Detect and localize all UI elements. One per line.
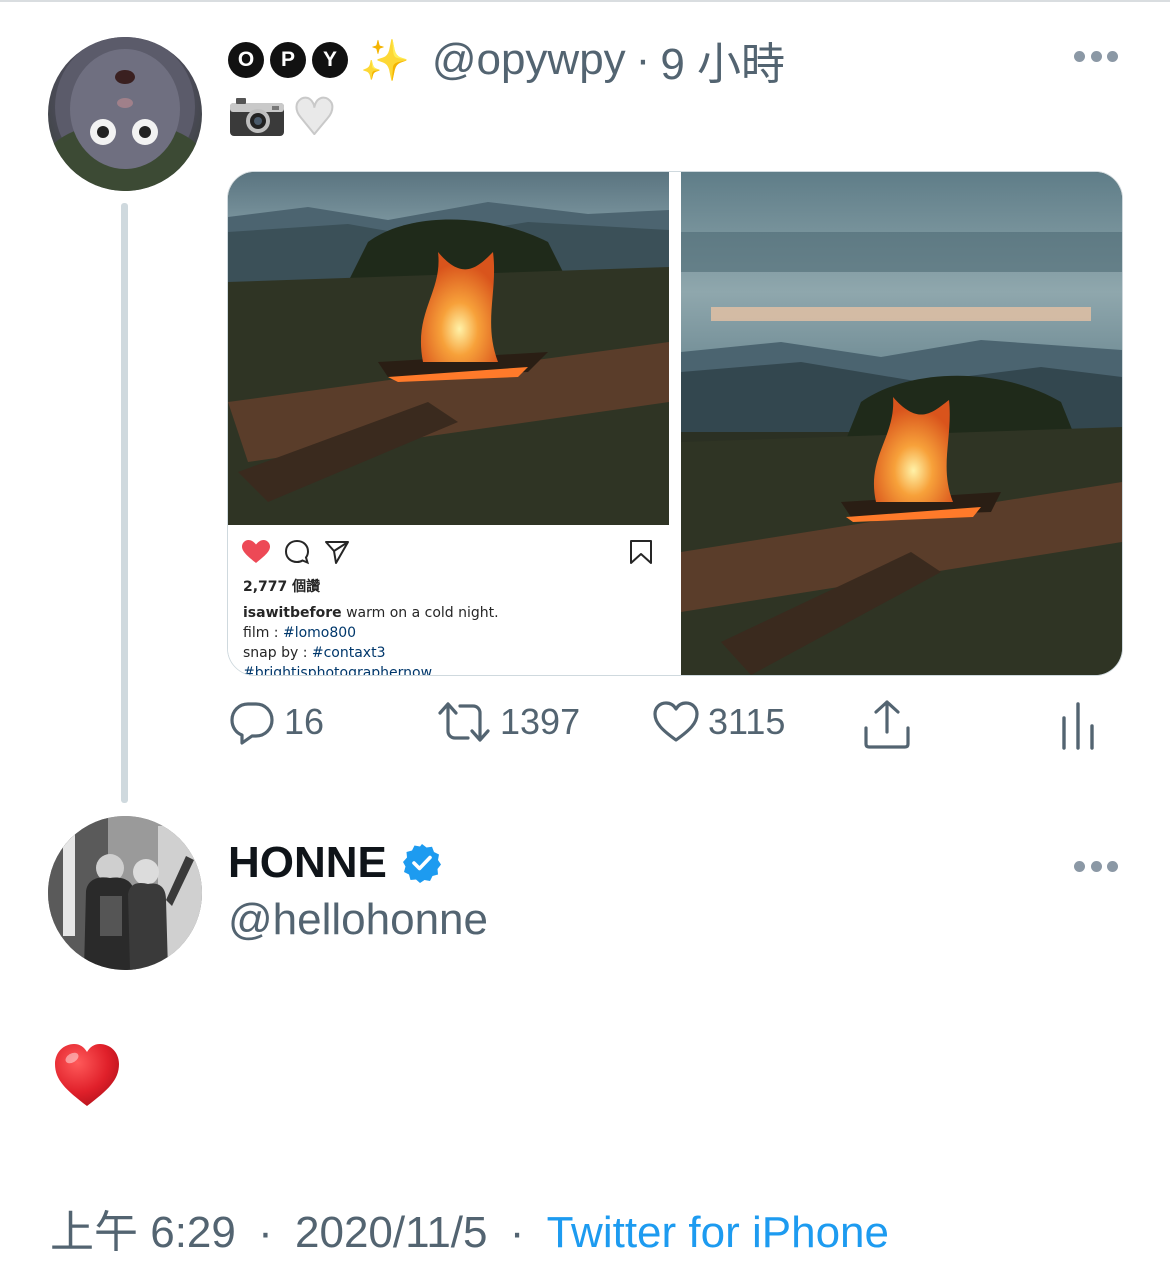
separator: · [635,35,651,84]
focused-author-row[interactable]: HONNE [228,838,443,888]
like-count: 3115 [708,701,786,742]
share-button[interactable] [860,698,914,752]
like-heart-icon [242,540,270,563]
ig-snap-tag: #contaxt3 [311,645,386,661]
reply-count: 16 [284,701,325,742]
analytics-button[interactable] [1058,698,1098,752]
instagram-card: 2,777 個讚 isawitbefore warm on a cold nig… [228,525,669,675]
ig-film-tag: #lomo800 [282,625,357,641]
verified-badge-icon [402,844,441,883]
camera-icon [228,95,286,139]
retweet-button[interactable]: 1397 [436,698,580,746]
parent-author-row[interactable]: O P Y ✨ @opywpy · 9 小時 [228,30,785,90]
ig-caption-text: warm on a cold night. [341,605,499,621]
name-badge: P [270,42,306,78]
avatar-image [48,816,202,970]
avatar-image [48,37,202,191]
name-badge: Y [312,42,348,78]
separator: · [258,1208,273,1257]
name-badge: O [228,42,264,78]
heart-icon [653,701,699,742]
tweet-actions: 16 1397 3115 [228,698,1108,758]
campfire-photo [228,172,669,525]
bookmark-icon [630,540,652,564]
campfire-photo [681,172,1122,675]
tweet-date[interactable]: 2020/11/5 [295,1208,487,1257]
more-options-icon[interactable] [1074,859,1118,873]
white-heart-icon: ♥ [291,88,338,146]
analytics-icon [1062,702,1094,750]
handle[interactable]: @opywpy [432,35,626,85]
share-icon [864,700,910,749]
divider [0,0,1170,2]
reply-icon [230,702,274,745]
media-grid[interactable]: 2,777 個讚 isawitbefore warm on a cold nig… [227,171,1123,676]
retweet-icon [438,702,490,742]
ig-snap-label: snap by : [243,645,312,661]
ig-username: isawitbefore [243,605,342,621]
like-button[interactable]: 3115 [652,698,785,746]
retweet-count: 1397 [500,701,581,742]
media-image-2[interactable] [681,172,1122,675]
ig-caption: isawitbefore warm on a cold night. film … [243,603,499,676]
display-name[interactable]: HONNE [228,838,387,888]
send-icon [325,541,349,564]
media-image-1[interactable]: 2,777 個讚 isawitbefore warm on a cold nig… [228,172,669,675]
ig-like-count: 2,777 個讚 [243,579,321,595]
comment-icon [284,539,310,565]
sparkle-icon: ✨ [360,37,410,84]
handle[interactable]: @hellohonne [228,895,488,945]
avatar[interactable] [48,816,202,970]
reply-button[interactable]: 16 [228,698,324,746]
avatar[interactable] [48,37,202,191]
thread-connector [121,203,128,803]
display-name[interactable]: O P Y [228,42,348,78]
tweet-source-link[interactable]: Twitter for iPhone [547,1208,889,1257]
tweet-meta: 上午 6:29 · 2020/11/5 · Twitter for iPhone [50,1196,889,1260]
media-gap [669,172,681,675]
red-heart-icon [52,1040,122,1110]
tweet-text: ♥ [228,88,338,146]
tweet-time[interactable]: 9 小時 [660,28,785,92]
more-options-icon[interactable] [1074,49,1118,63]
separator: · [509,1208,525,1257]
ig-hashtag: #brightisphotographernow [243,665,433,676]
ig-film-label: film : [243,625,283,641]
tweet-timestamp[interactable]: 上午 6:29 [50,1208,236,1257]
